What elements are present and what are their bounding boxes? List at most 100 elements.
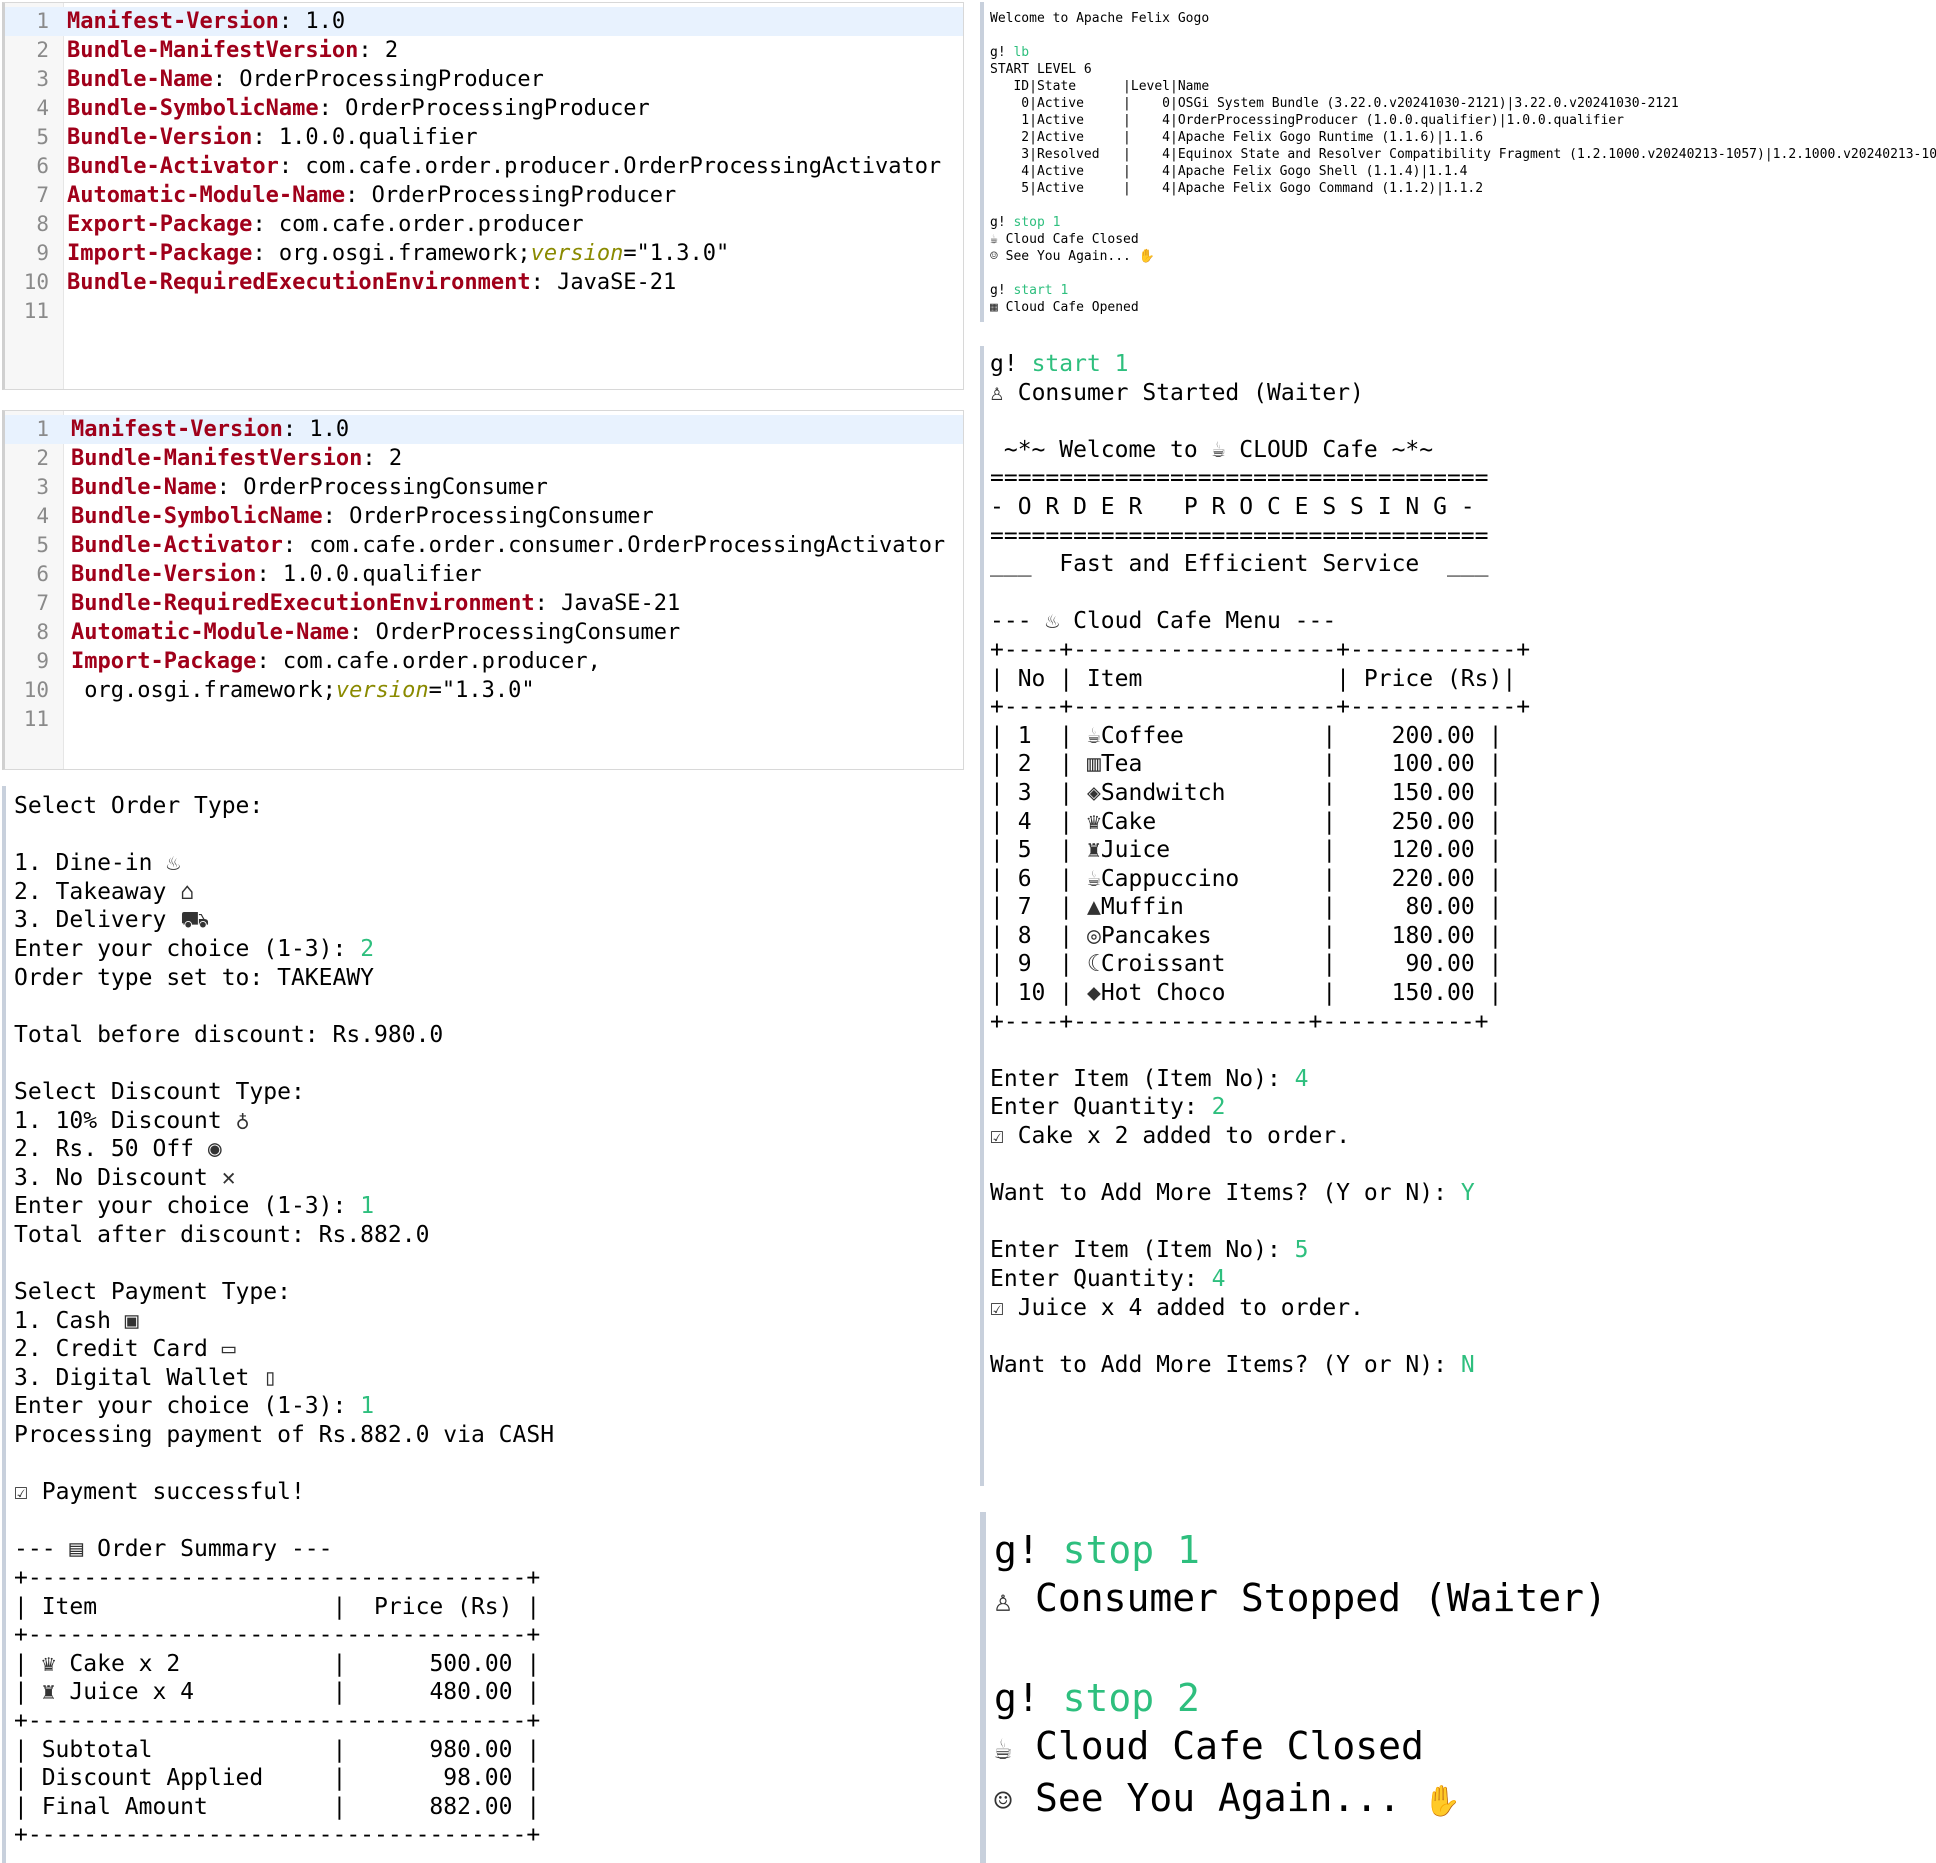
editor-line[interactable]: 3 Bundle-Name: OrderProcessingConsumer	[5, 473, 963, 502]
console-command-stop: g! stop 1	[990, 215, 1061, 230]
editor-line[interactable]: 8 Automatic-Module-Name: OrderProcessingC…	[5, 618, 963, 647]
editor-line[interactable]: 4 Bundle-SymbolicName: OrderProcessingPro…	[5, 94, 963, 123]
line-number: 8	[36, 620, 49, 644]
payment-option: 2. Credit Card ▭	[14, 1336, 236, 1363]
line-number: 5	[36, 533, 49, 557]
menu-item-number: 1	[1017, 722, 1032, 749]
cash-icon: ▣	[124, 1307, 139, 1334]
quantity-input[interactable]: 4	[1212, 1266, 1226, 1292]
line-number: 11	[23, 299, 49, 323]
manifest-key: Automatic-Module-Name	[71, 620, 350, 645]
editor-line[interactable]: 6 Bundle-Version: 1.0.0.qualifier	[5, 560, 963, 589]
menu-console[interactable]: g! start 1 ♙ Consumer Started (Waiter) ~…	[980, 346, 1936, 1486]
editor-line[interactable]: 7 Bundle-RequiredExecutionEnvironment: Ja…	[5, 589, 963, 618]
editor-line[interactable]: 3 Bundle-Name: OrderProcessingProducer	[5, 65, 963, 94]
discount-option: 2. Rs. 50 Off ◉	[14, 1136, 222, 1163]
menu-table-border: +----+-------------------+------------+	[990, 694, 1531, 721]
editor-line[interactable]: 11	[5, 297, 963, 326]
bundle-row: 0|Active | 0|OSGi System Bundle (3.22.0.…	[990, 96, 1679, 111]
stop-console[interactable]: g! stop 1 ♙ Consumer Stopped (Waiter) g!…	[980, 1512, 1936, 1863]
tea-icon: ▥	[1086, 751, 1101, 778]
menu-item-name: Muffin	[1100, 894, 1184, 921]
editor-line[interactable]: 10 org.osgi.framework;version="1.3.0"	[5, 676, 963, 705]
code-text: Bundle-SymbolicName: OrderProcessingProd…	[67, 94, 650, 123]
discount-choice-input[interactable]: 1	[360, 1193, 374, 1219]
editor-line[interactable]: 5 Bundle-Version: 1.0.0.qualifier	[5, 123, 963, 152]
menu-table-header: | No | Item | Price (Rs)|	[990, 665, 1517, 692]
line-number: 3	[36, 475, 49, 499]
payment-choice-input[interactable]: 1	[360, 1393, 374, 1419]
line-number: 2	[36, 446, 49, 470]
manifest-value: : 1.0	[282, 417, 350, 442]
code-text: Bundle-Version: 1.0.0.qualifier	[67, 123, 478, 152]
line-number: 1	[36, 417, 49, 441]
order-choice-input[interactable]: 2	[360, 936, 374, 962]
summary-border: +------------------------------------+	[14, 1822, 541, 1849]
editor-line[interactable]: 4 Bundle-SymbolicName: OrderProcessingCon…	[5, 502, 963, 531]
manifest-value: : 1.0.0.qualifier	[252, 125, 478, 150]
gogo-console-lb[interactable]: Welcome to Apache Felix Gogo g! lb START…	[980, 2, 1936, 322]
manifest-key: Bundle-SymbolicName	[71, 504, 323, 529]
menu-row: | 5 | ♜Juice | 120.00 |	[990, 837, 1503, 864]
consumer-manifest-editor[interactable]: 1 Manifest-Version: 1.0 2 Bundle-ManifestVe…	[2, 410, 964, 770]
code-text: Bundle-Name: OrderProcessingConsumer	[71, 473, 548, 502]
add-more-input[interactable]: Y	[1461, 1180, 1475, 1206]
editor-line[interactable]: 1 Manifest-Version: 1.0	[5, 415, 963, 444]
editor-line[interactable]: 11	[5, 705, 963, 734]
editor-line[interactable]: 6 Bundle-Activator: com.cafe.order.produc…	[5, 152, 963, 181]
cake-icon: ♛	[1086, 808, 1101, 835]
item-added: ☑ Juice x 4 added to order.	[990, 1294, 1364, 1321]
menu-table-border: +----+-------------------+------------+	[990, 636, 1531, 663]
editor-line[interactable]: 2 Bundle-ManifestVersion: 2	[5, 36, 963, 65]
code-text: Bundle-RequiredExecutionEnvironment: Jav…	[71, 589, 680, 618]
menu-item-name: Hot Choco	[1100, 980, 1226, 1007]
code-text: org.osgi.framework;version="1.3.0"	[71, 676, 534, 705]
see-you-again: ☺ See You Again... ✋	[994, 1774, 1936, 1826]
editor-line[interactable]: 7 Automatic-Module-Name: OrderProcessingP…	[5, 181, 963, 210]
line-number: 6	[36, 154, 49, 178]
discount-option: 1. 10% Discount ♁	[14, 1107, 250, 1134]
item-input[interactable]: 5	[1295, 1237, 1309, 1263]
editor-line[interactable]: 5 Bundle-Activator: com.cafe.order.consum…	[5, 531, 963, 560]
editor-line[interactable]: 10 Bundle-RequiredExecutionEnvironment: J…	[5, 268, 963, 297]
manifest-key: Bundle-ManifestVersion	[67, 38, 359, 63]
juice-icon: ♜	[41, 1679, 56, 1706]
payment-option: 1. Cash ▣	[14, 1307, 139, 1334]
bundle-row: 1|Active | 4|OrderProcessingProducer (1.…	[990, 113, 1624, 128]
line-number: 9	[36, 649, 49, 673]
line-number: 5	[36, 125, 49, 149]
manifest-key: Bundle-Name	[71, 475, 217, 500]
producer-manifest-editor[interactable]: 1 Manifest-Version: 1.0 2 Bundle-ManifestVe…	[2, 2, 964, 390]
code-text: Export-Package: com.cafe.order.producer	[67, 210, 584, 239]
editor-line[interactable]: 2 Bundle-ManifestVersion: 2	[5, 444, 963, 473]
summary-border: +------------------------------------+	[14, 1622, 541, 1649]
consumer-stopped: ♙ Consumer Stopped (Waiter)	[994, 1574, 1936, 1626]
manifest-key: Bundle-ManifestVersion	[71, 446, 363, 471]
menu-row: | 7 | ▲Muffin | 80.00 |	[990, 894, 1503, 921]
order-console[interactable]: Select Order Type: 1. Dine-in ♨ 2. Takea…	[2, 786, 964, 1863]
menu-item-number: 10	[1017, 980, 1046, 1007]
summary-border: +------------------------------------+	[14, 1708, 541, 1734]
item-input[interactable]: 4	[1295, 1066, 1309, 1092]
face-icon: ☺	[990, 249, 998, 264]
banner-rule: ====================================	[990, 465, 1489, 492]
bundle-row: 5|Active | 4|Apache Felix Gogo Command (…	[990, 181, 1484, 196]
line-number: 2	[36, 38, 49, 62]
quantity-input[interactable]: 2	[1212, 1094, 1226, 1120]
editor-line[interactable]: 8 Export-Package: com.cafe.order.producer	[5, 210, 963, 239]
manifest-value: : com.cafe.order.producer.OrderProcessin…	[278, 154, 942, 179]
menu-row: | 8 | ◎Pancakes | 180.00 |	[990, 922, 1503, 949]
coffee-cup-icon: ☕	[1211, 436, 1226, 463]
editor-line[interactable]: 9 Import-Package: com.cafe.order.producer…	[5, 647, 963, 676]
console-command-stop: g! stop 2	[994, 1676, 1200, 1720]
menu-item-name: Juice	[1100, 837, 1171, 864]
discount-option: 3. No Discount ✕	[14, 1164, 236, 1191]
line-number: 9	[36, 241, 49, 265]
dish-icon: ♨	[1045, 608, 1060, 635]
editor-line[interactable]: 9 Import-Package: org.osgi.framework;vers…	[5, 239, 963, 268]
editor-line[interactable]: 1 Manifest-Version: 1.0	[5, 7, 963, 36]
add-more-input[interactable]: N	[1461, 1352, 1475, 1378]
manifest-value: : 2	[362, 446, 403, 471]
line-number: 7	[36, 183, 49, 207]
payment-success: ☑ Payment successful!	[14, 1479, 305, 1506]
